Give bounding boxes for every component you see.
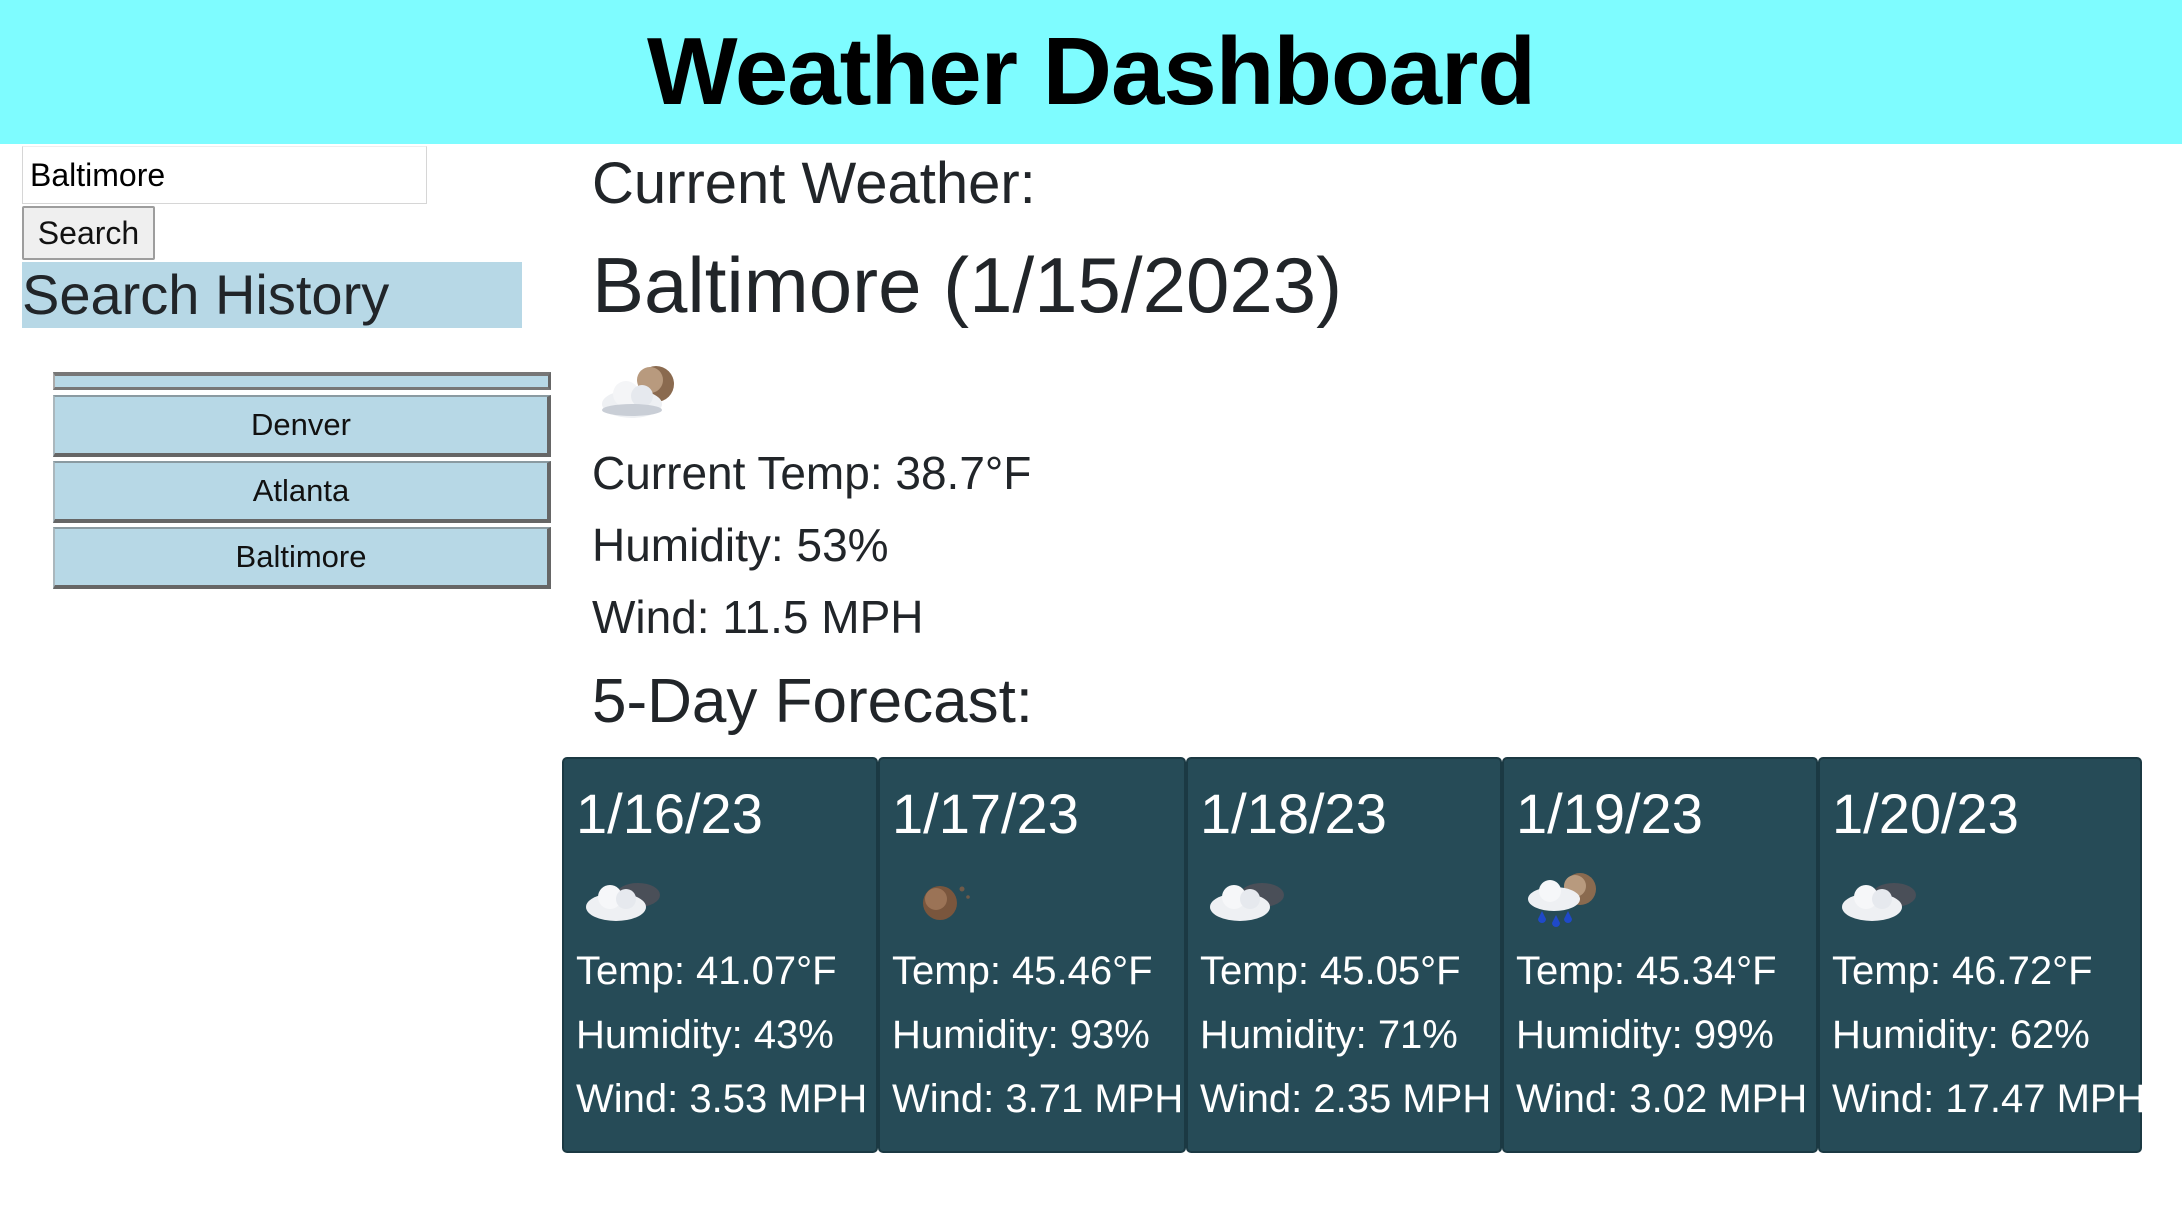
page-title: Weather Dashboard [646, 18, 1536, 125]
forecast-cards: 1/16/23 Temp: 41.07°F Humidity: 43% Wind… [562, 757, 2146, 1153]
forecast-title: 5-Day Forecast: [592, 667, 1034, 736]
history-item-denver[interactable]: Denver [53, 395, 551, 457]
forecast-humidity: Humidity: 71% [1200, 1013, 1458, 1057]
forecast-temp: Temp: 45.46°F [892, 949, 1153, 993]
current-temp: Current Temp: 38.7°F [592, 447, 1032, 499]
forecast-wind: Wind: 2.35 MPH [1200, 1077, 1492, 1121]
current-city-date: Baltimore (1/15/2023) [592, 241, 1343, 329]
forecast-card: 1/20/23 Temp: 46.72°F Humidity: 62% Wind… [1818, 757, 2146, 1153]
forecast-date: 1/19/23 [1516, 782, 1703, 845]
forecast-card: 1/16/23 Temp: 41.07°F Humidity: 43% Wind… [562, 757, 878, 1153]
partly-cloudy-night-icon [602, 366, 674, 418]
history-empty-entry[interactable] [53, 372, 551, 390]
forecast-humidity: Humidity: 99% [1516, 1013, 1774, 1057]
current-wind: Wind: 11.5 MPH [592, 591, 924, 643]
cloudy-icon [586, 883, 660, 921]
page-header: Weather Dashboard [0, 0, 2182, 144]
history-item-atlanta[interactable]: Atlanta [53, 461, 551, 523]
forecast-wind: Wind: 3.53 MPH [576, 1077, 868, 1121]
search-history-title: Search History [22, 262, 522, 328]
forecast-date: 1/16/23 [576, 782, 763, 845]
current-weather-label: Current Weather: [592, 151, 1036, 216]
forecast-wind: Wind: 17.47 MPH [1832, 1077, 2146, 1121]
cloudy-icon [1210, 883, 1284, 921]
forecast-card: 1/19/23 Temp: 45.34°F Humidity: 99% Wind… [1502, 757, 1818, 1153]
forecast-wind: Wind: 3.02 MPH [1516, 1077, 1808, 1121]
forecast-wind: Wind: 3.71 MPH [892, 1077, 1184, 1121]
clear-night-icon [923, 886, 970, 920]
forecast-date: 1/17/23 [892, 782, 1079, 845]
forecast-temp: Temp: 41.07°F [576, 949, 837, 993]
forecast-humidity: Humidity: 43% [576, 1013, 834, 1057]
history-item-baltimore[interactable]: Baltimore [53, 527, 551, 589]
current-humidity: Humidity: 53% [592, 519, 889, 571]
search-button[interactable]: Search [22, 206, 155, 260]
forecast-humidity: Humidity: 93% [892, 1013, 1150, 1057]
forecast-date: 1/18/23 [1200, 782, 1387, 845]
rain-night-icon [1528, 873, 1596, 927]
city-search-input[interactable] [22, 146, 427, 204]
forecast-temp: Temp: 45.05°F [1200, 949, 1461, 993]
forecast-date: 1/20/23 [1832, 782, 2019, 845]
forecast-card: 1/17/23 Temp: 45.46°F Humidity: 93% Wind… [878, 757, 1186, 1153]
forecast-temp: Temp: 45.34°F [1516, 949, 1777, 993]
forecast-card: 1/18/23 Temp: 45.05°F Humidity: 71% Wind… [1186, 757, 1502, 1153]
cloudy-icon [1842, 883, 1916, 921]
search-history-list: Denver Atlanta Baltimore [53, 372, 551, 593]
forecast-humidity: Humidity: 62% [1832, 1013, 2090, 1057]
forecast-temp: Temp: 46.72°F [1832, 949, 2093, 993]
